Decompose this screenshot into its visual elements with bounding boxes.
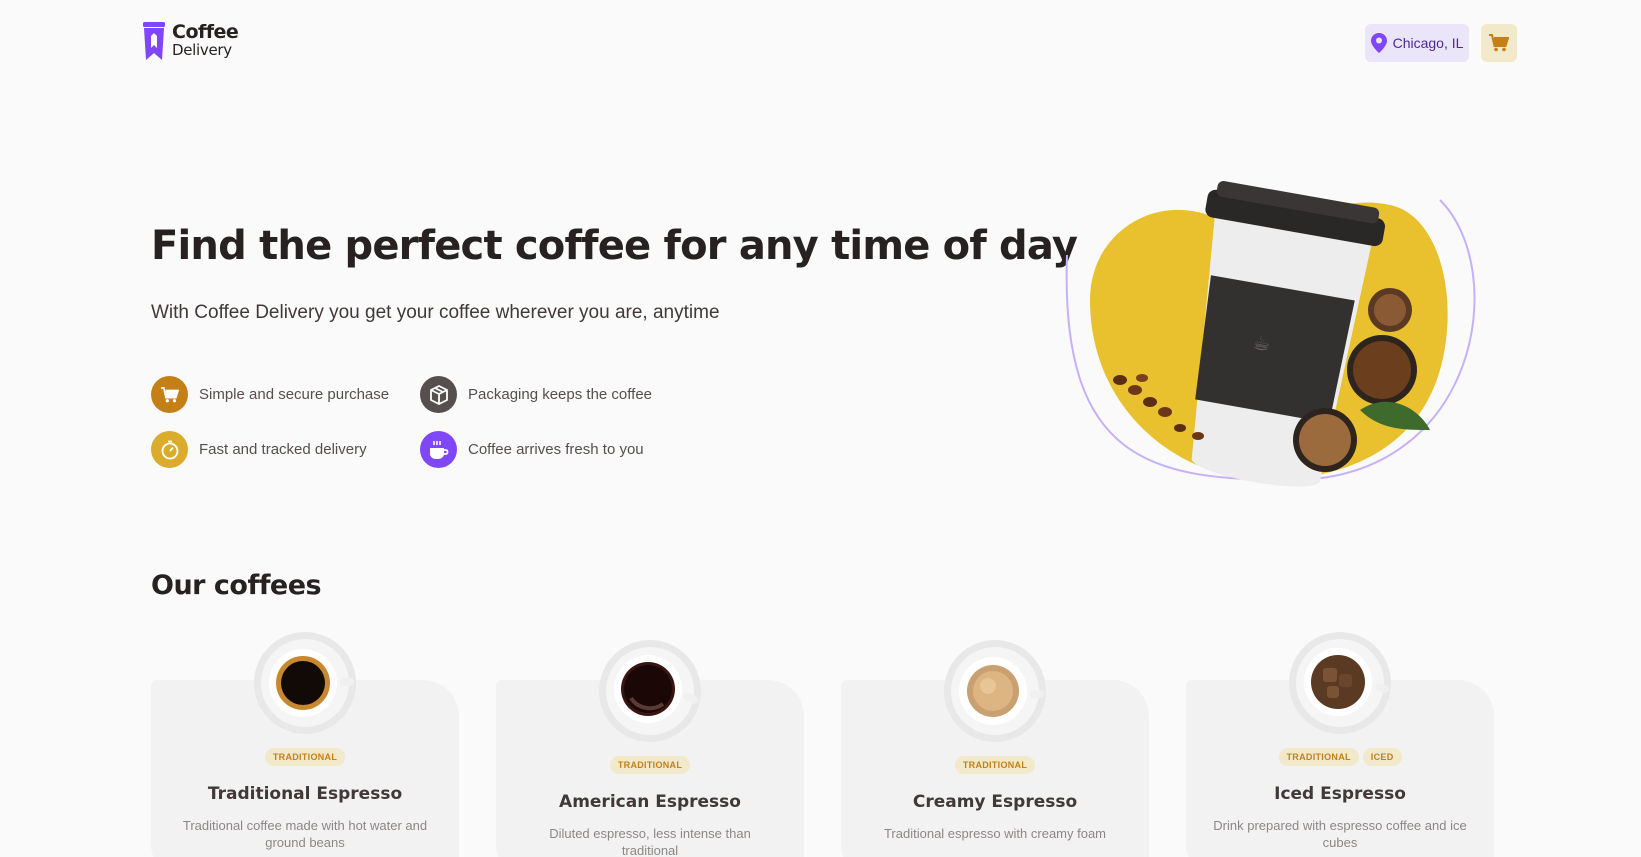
american-espresso-image [599,640,701,742]
feature-item-packaging: Packaging keeps the coffee [420,376,652,413]
coffee-description: Traditional coffee made with hot water a… [182,818,428,850]
feature-item-secure-purchase: Simple and secure purchase [151,376,389,413]
coffee-tags: TRADITIONAL [841,756,1149,774]
hero-subtitle: With Coffee Delivery you get your coffee… [151,302,720,323]
logo-subtitle: Delivery [172,41,232,59]
coffee-tags: TRADITIONAL ICED [1186,748,1494,766]
coffee-description: Diluted espresso, less intense than trad… [549,826,751,857]
coffee-icon [420,431,457,468]
header: Coffee Delivery Chicago, IL [0,0,1641,86]
section-title: Our coffees [151,570,322,601]
coffee-card[interactable]: TRADITIONAL Traditional Espresso Traditi… [151,632,459,857]
feature-label: Coffee arrives fresh to you [468,441,644,458]
coffee-tags: TRADITIONAL [151,748,459,766]
coffee-description: Drink prepared with espresso coffee and … [1213,818,1467,850]
coffee-name: Creamy Espresso [912,792,1078,812]
timer-icon [151,431,188,468]
feature-item-delivery: Fast and tracked delivery [151,431,367,468]
logo-title: Coffee [172,21,239,43]
cart-icon [151,376,188,413]
feature-item-fresh: Coffee arrives fresh to you [420,431,644,468]
creamy-espresso-image [944,640,1046,742]
coffee-name: Traditional Espresso [207,784,403,804]
coffee-name: American Espresso [559,792,741,812]
coffee-tag: TRADITIONAL [609,756,691,774]
package-icon [420,376,457,413]
coffee-tag: TRADITIONAL [954,756,1036,774]
coffee-tag: TRADITIONAL [1278,748,1359,766]
coffee-card[interactable]: TRADITIONAL American Espresso Diluted es… [496,640,804,857]
coffee-list: TRADITIONAL Traditional Espresso Traditi… [151,620,1496,857]
iced-espresso-image [1289,632,1391,734]
coffee-tag: ICED [1362,748,1402,766]
feature-label: Packaging keeps the coffee [468,386,653,403]
logo-cup-icon [143,22,165,60]
location-button[interactable]: Chicago, IL [1365,24,1469,62]
coffee-card[interactable]: TRADITIONAL ICED Iced Espresso Drink pre… [1186,632,1494,857]
feature-label: Fast and tracked delivery [199,441,367,458]
feature-label: Simple and secure purchase [199,386,390,403]
coffee-card[interactable]: TRADITIONAL Creamy Espresso Traditional … [841,640,1149,857]
logo[interactable]: Coffee Delivery [142,21,239,60]
coffee-description: Traditional espresso with creamy foam [883,826,1107,841]
cart-icon [1489,34,1509,52]
coffee-tags: TRADITIONAL [496,756,804,774]
hero-title: Find the perfect coffee for any time of … [151,223,1078,269]
traditional-espresso-image [254,632,356,734]
coffee-tag: TRADITIONAL [264,748,346,766]
cart-button[interactable] [1481,24,1517,62]
location-label: Chicago, IL [1392,35,1464,51]
coffee-name: Iced Espresso [1274,784,1406,804]
map-pin-icon [1370,33,1387,53]
hero-coffee-illustration: ☕ [1060,180,1500,510]
